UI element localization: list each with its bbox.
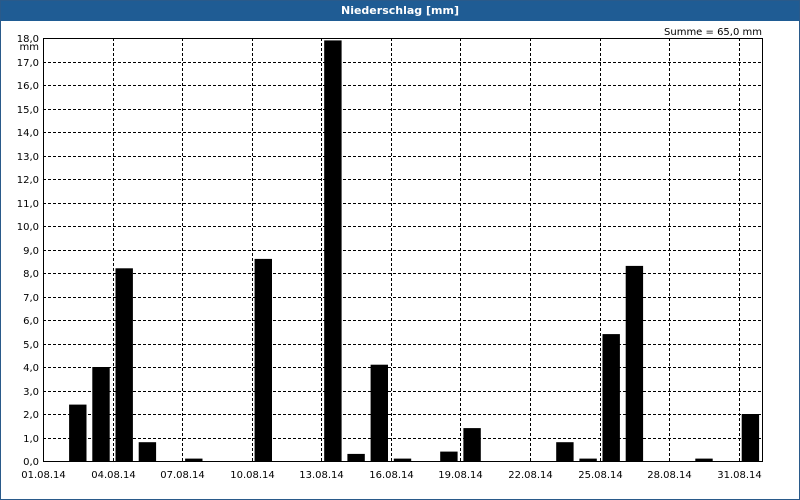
x-tick-label: 07.08.14: [160, 470, 205, 481]
y-tick-label: 5,0: [23, 340, 39, 351]
x-tick-label: 19.08.14: [438, 470, 483, 481]
y-axis-label: mm: [20, 42, 39, 53]
x-tick-label: 04.08.14: [91, 470, 136, 481]
bar-24.08.14: [579, 458, 597, 461]
grid: [43, 38, 762, 461]
bar-26.08.14: [625, 265, 644, 461]
x-tick-label: 25.08.14: [578, 470, 623, 481]
y-tick-label: 8,0: [23, 269, 39, 280]
y-tick-label: 0,0: [23, 457, 39, 468]
x-tick-label: 10.08.14: [230, 470, 275, 481]
bar-15.08.14: [370, 364, 388, 461]
y-tick-label: 15,0: [17, 105, 39, 116]
bar-10.08.14: [254, 258, 272, 461]
y-tick-label: 10,0: [17, 222, 39, 233]
y-tick-label: 13,0: [17, 152, 39, 163]
y-tick-label: 17,0: [17, 58, 39, 69]
x-tick-label: 16.08.14: [369, 470, 414, 481]
y-tick-label: 16,0: [17, 81, 39, 92]
bar-14.08.14: [347, 453, 365, 461]
y-tick-label: 12,0: [17, 175, 39, 186]
bar-04.08.14: [115, 268, 133, 461]
y-tick-label: 7,0: [23, 293, 39, 304]
y-tick-label: 3,0: [23, 387, 39, 398]
bar-13.08.14: [324, 40, 342, 462]
bar-05.08.14: [138, 442, 157, 461]
sum-label: Summe = 65,0 mm: [664, 27, 762, 38]
y-tick-label: 11,0: [17, 199, 39, 210]
bar-16.08.14: [393, 458, 412, 461]
bar-03.08.14: [92, 367, 110, 461]
bar-18.08.14: [440, 451, 458, 461]
precipitation-chart: 0,0 1,0 2,0 3,0 4,0 5,0 6,0 7,0 8,0 9,0 10,0 11,0 12…: [17, 27, 763, 481]
y-tick-label: 6,0: [23, 316, 39, 327]
y-tick-label: 14,0: [17, 128, 39, 139]
y-axis-tick-labels: 0,0 1,0 2,0 3,0 4,0 5,0 6,0 7,0 8,0 9,0 10,0 11,0 12…: [17, 34, 39, 468]
bar-02.08.14: [69, 404, 87, 461]
x-tick-label: 31.08.14: [717, 470, 762, 481]
bar-23.08.14: [556, 442, 574, 461]
bar-31.08.14: [741, 414, 760, 461]
y-tick-label: 9,0: [23, 246, 39, 257]
x-tick-label: 13.08.14: [299, 470, 344, 481]
bar-07.08.14: [185, 458, 203, 461]
y-tick-label: 1,0: [23, 434, 39, 445]
x-tick-label: 01.08.14: [21, 470, 66, 481]
bar-19.08.14: [463, 428, 481, 461]
y-tick-label: 2,0: [23, 410, 39, 421]
bar-29.08.14: [695, 458, 713, 461]
bar-25.08.14: [602, 334, 620, 461]
y-tick-label: 4,0: [23, 363, 39, 374]
x-tick-label: 22.08.14: [508, 470, 553, 481]
x-axis-tick-labels: 01.08.14 04.08.14 07.08.14 10.08.14 13.08.14…: [21, 470, 762, 481]
x-tick-label: 28.08.14: [647, 470, 692, 481]
